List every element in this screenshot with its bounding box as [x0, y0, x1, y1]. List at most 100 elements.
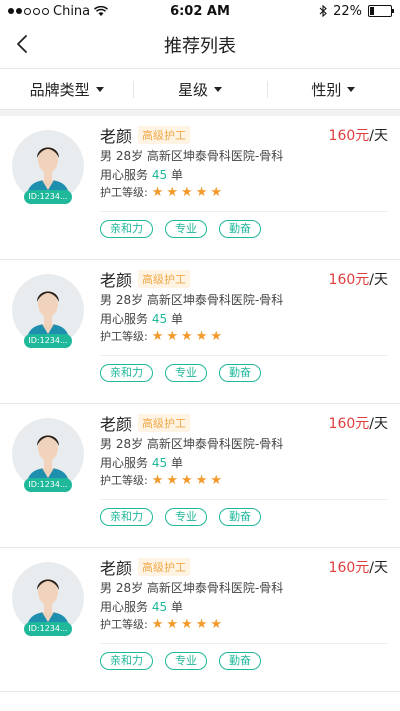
- star-icon: ★: [151, 185, 164, 200]
- grade-row: 护工等级: ★ ★ ★ ★ ★: [100, 616, 388, 634]
- card-info: 老颜 高级护工 160元/天 男 28岁 高新区坤泰骨科医院-骨科 用心服务 4…: [100, 268, 388, 346]
- caregiver-card[interactable]: ID:1234... 老颜 高级护工 160元/天 男 28岁 高新区坤泰骨科医…: [0, 116, 400, 260]
- tag: 勤奋: [219, 652, 261, 670]
- card-divider: [100, 355, 388, 356]
- back-button[interactable]: [10, 32, 34, 56]
- caret-down-icon: [347, 86, 356, 92]
- filter-label: 性别: [311, 80, 342, 99]
- filter-bar: 品牌类型 星级 性别: [0, 68, 400, 110]
- caregiver-list: ID:1234... 老颜 高级护工 160元/天 男 28岁 高新区坤泰骨科医…: [0, 116, 400, 692]
- name-row: 老颜 高级护工 160元/天: [100, 124, 388, 146]
- price-amount: 160元: [328, 128, 370, 144]
- wifi-icon: [94, 5, 109, 16]
- caret-down-icon: [214, 86, 222, 92]
- name-row: 老颜 高级护工 160元/天: [100, 268, 388, 290]
- star-rating: ★ ★ ★ ★ ★: [152, 472, 222, 490]
- star-icon: ★: [195, 329, 208, 344]
- caregiver-details: 男 28岁 高新区坤泰骨科医院-骨科: [100, 293, 284, 307]
- service-prefix: 用心服务: [100, 312, 149, 326]
- caregiver-card[interactable]: ID:1234... 老颜 高级护工 160元/天 男 28岁 高新区坤泰骨科医…: [0, 260, 400, 404]
- service-count-row: 用心服务 45 单: [100, 310, 388, 328]
- filter-star-level[interactable]: 星级: [133, 79, 266, 100]
- price-unit: /天: [369, 560, 388, 576]
- tag: 亲和力: [100, 220, 153, 238]
- page-title: 推荐列表: [164, 36, 236, 57]
- filter-label: 星级: [177, 80, 208, 99]
- caregiver-card[interactable]: ID:1234... 老颜 高级护工 160元/天 男 28岁 高新区坤泰骨科医…: [0, 548, 400, 692]
- tag: 亲和力: [100, 652, 153, 670]
- caregiver-name: 老颜: [100, 271, 133, 290]
- star-icon: ★: [195, 473, 208, 488]
- star-rating: ★ ★ ★ ★ ★: [152, 184, 222, 202]
- level-badge: 高级护工: [138, 270, 191, 288]
- filter-label: 品牌类型: [29, 80, 90, 99]
- service-count: 45: [151, 312, 168, 326]
- caret-down-icon: [95, 86, 104, 92]
- card-info: 老颜 高级护工 160元/天 男 28岁 高新区坤泰骨科医院-骨科 用心服务 4…: [100, 412, 388, 490]
- tag: 勤奋: [219, 220, 261, 238]
- star-icon: ★: [166, 473, 179, 488]
- tag: 专业: [165, 364, 207, 382]
- tag-list: 亲和力 专业 勤奋: [100, 220, 261, 238]
- service-count: 45: [151, 168, 168, 182]
- chevron-left-icon: [17, 35, 27, 53]
- service-count: 45: [151, 600, 168, 614]
- price: 160元/天: [329, 269, 388, 289]
- caregiver-name: 老颜: [100, 415, 133, 434]
- grade-label: 护工等级:: [100, 186, 148, 199]
- nav-bar: 推荐列表: [0, 22, 400, 68]
- caregiver-details: 男 28岁 高新区坤泰骨科医院-骨科: [100, 149, 284, 163]
- price-unit: /天: [369, 128, 388, 144]
- service-suffix: 单: [170, 600, 183, 614]
- tag: 专业: [165, 220, 207, 238]
- price: 160元/天: [329, 557, 388, 577]
- service-count-row: 用心服务 45 单: [100, 598, 388, 616]
- grade-row: 护工等级: ★ ★ ★ ★ ★: [100, 328, 388, 346]
- tag: 勤奋: [219, 364, 261, 382]
- tag-list: 亲和力 专业 勤奋: [100, 364, 261, 382]
- level-badge: 高级护工: [138, 558, 191, 576]
- filter-gender[interactable]: 性别: [266, 79, 400, 100]
- filter-brand-type[interactable]: 品牌类型: [0, 79, 133, 100]
- card-divider: [100, 643, 388, 644]
- caregiver-name: 老颜: [100, 127, 133, 146]
- star-icon: ★: [210, 617, 222, 632]
- service-count: 45: [151, 456, 168, 470]
- tag: 勤奋: [219, 508, 261, 526]
- tag-list: 亲和力 专业 勤奋: [100, 652, 261, 670]
- status-right: 22%: [319, 3, 394, 19]
- card-divider: [100, 499, 388, 500]
- bluetooth-icon: [319, 5, 327, 17]
- star-icon: ★: [151, 617, 164, 632]
- card-divider: [100, 211, 388, 212]
- price-amount: 160元: [328, 560, 370, 576]
- caregiver-details: 男 28岁 高新区坤泰骨科医院-骨科: [100, 437, 284, 451]
- status-bar: China 6:02 AM 22%: [0, 0, 400, 22]
- battery-percent: 22%: [333, 3, 362, 19]
- id-badge: ID:1234...: [24, 190, 72, 204]
- tag-list: 亲和力 专业 勤奋: [100, 508, 261, 526]
- price-unit: /天: [369, 272, 388, 288]
- caregiver-card[interactable]: ID:1234... 老颜 高级护工 160元/天 男 28岁 高新区坤泰骨科医…: [0, 404, 400, 548]
- card-info: 老颜 高级护工 160元/天 男 28岁 高新区坤泰骨科医院-骨科 用心服务 4…: [100, 556, 388, 634]
- star-icon: ★: [181, 185, 193, 200]
- carrier-label: China: [53, 3, 91, 19]
- id-badge: ID:1234...: [24, 622, 72, 636]
- id-badge: ID:1234...: [24, 478, 72, 492]
- name-row: 老颜 高级护工 160元/天: [100, 556, 388, 578]
- tag: 专业: [165, 508, 207, 526]
- star-icon: ★: [166, 185, 179, 200]
- service-suffix: 单: [170, 312, 183, 326]
- caregiver-details: 男 28岁 高新区坤泰骨科医院-骨科: [100, 581, 284, 595]
- price: 160元/天: [329, 413, 388, 433]
- price: 160元/天: [329, 125, 388, 145]
- price-amount: 160元: [328, 416, 370, 432]
- tag: 专业: [165, 652, 207, 670]
- service-count-row: 用心服务 45 单: [100, 166, 388, 184]
- service-prefix: 用心服务: [100, 600, 149, 614]
- star-rating: ★ ★ ★ ★ ★: [152, 616, 222, 634]
- star-icon: ★: [166, 617, 179, 632]
- service-suffix: 单: [170, 168, 183, 182]
- card-info: 老颜 高级护工 160元/天 男 28岁 高新区坤泰骨科医院-骨科 用心服务 4…: [100, 124, 388, 202]
- tag: 亲和力: [100, 364, 153, 382]
